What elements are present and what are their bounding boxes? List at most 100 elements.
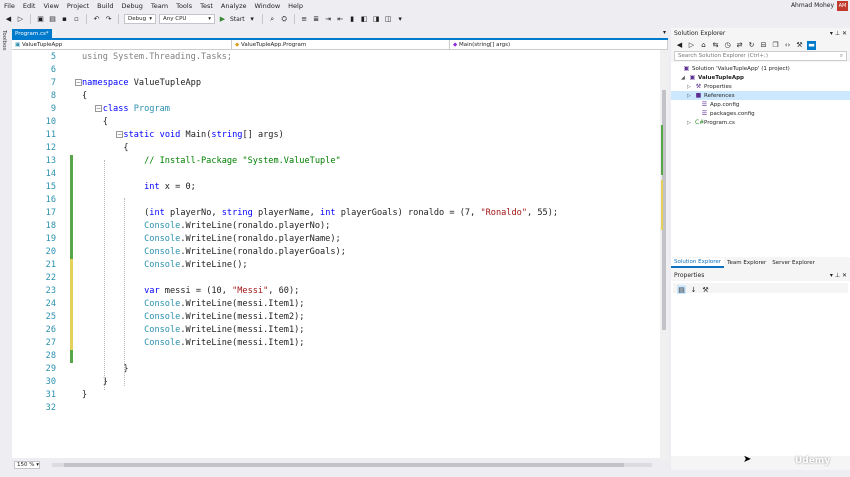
alphabetical-icon[interactable]: ↓ xyxy=(689,285,698,294)
sync-icon[interactable]: ⇄ xyxy=(735,41,744,50)
overflow-icon[interactable]: ▾ xyxy=(396,15,405,24)
menu-item-edit[interactable]: Edit xyxy=(19,2,40,10)
menu-item-test[interactable]: Test xyxy=(196,2,217,10)
code-line[interactable]: 6 xyxy=(12,64,660,77)
code-line[interactable]: 9 class Program xyxy=(12,103,660,116)
view-code-icon[interactable]: ‹› xyxy=(783,41,792,50)
chevron-down-icon[interactable]: ▾ xyxy=(830,30,833,37)
code-editor[interactable]: 5 using System.Threading.Tasks; 6 7 namespac… xyxy=(12,50,660,458)
code-line[interactable]: 17 (int playerNo, string playerName, int… xyxy=(12,207,660,220)
menu-item-team[interactable]: Team xyxy=(147,2,172,10)
clear-bookmarks-icon[interactable]: ◫ xyxy=(384,15,393,24)
next-bookmark-icon[interactable]: ◨ xyxy=(372,15,381,24)
code-line[interactable]: 21 Console.WriteLine(); xyxy=(12,259,660,272)
menu-item-build[interactable]: Build xyxy=(93,2,117,10)
code-line[interactable]: 32 xyxy=(12,402,660,415)
refresh-icon[interactable]: ↻ xyxy=(747,41,756,50)
collapse-method-toggle[interactable]: − xyxy=(116,131,123,138)
tab-server-explorer[interactable]: Server Explorer xyxy=(769,258,818,268)
start-button-label[interactable]: Start xyxy=(230,16,245,23)
user-name[interactable]: Ahmad Mohey xyxy=(791,2,834,9)
pending-changes-filter-icon[interactable]: ◷ xyxy=(723,41,732,50)
user-avatar[interactable]: AM xyxy=(837,1,848,11)
menu-item-debug[interactable]: Debug xyxy=(118,2,147,10)
back-icon[interactable]: ◀ xyxy=(4,15,13,24)
tree-node[interactable]: ☰ App.config xyxy=(693,100,740,109)
code-line[interactable]: 8{ xyxy=(12,90,660,103)
tree-node[interactable]: ▣ Solution 'ValueTupleApp' (1 project) xyxy=(675,64,790,73)
solution-platform-select[interactable]: Any CPU ▾ xyxy=(159,14,215,24)
outdent-icon[interactable]: ⇤ xyxy=(336,15,345,24)
code-line[interactable]: 15 int x = 0; xyxy=(12,181,660,194)
menu-item-file[interactable]: File xyxy=(0,2,19,10)
code-line[interactable]: 31} xyxy=(12,389,660,402)
code-line[interactable]: 10 { xyxy=(12,116,660,129)
tree-node[interactable]: ☰ packages.config xyxy=(693,109,755,118)
switch-views-icon[interactable]: ⇆ xyxy=(711,41,720,50)
tab-list-chevron-icon[interactable]: ▾ xyxy=(663,29,666,36)
solution-configuration-select[interactable]: Debug ▾ xyxy=(124,14,156,24)
property-pages-icon[interactable]: ⚒ xyxy=(701,285,710,294)
open-file-icon[interactable]: ▤ xyxy=(48,15,57,24)
code-line[interactable]: 30 } xyxy=(12,376,660,389)
close-icon[interactable]: ✕ xyxy=(842,30,847,37)
uncomment-icon[interactable]: ≣ xyxy=(312,15,321,24)
tree-node[interactable]: ▷ C# Program.cs xyxy=(687,118,735,127)
tab-solution-explorer[interactable]: Solution Explorer xyxy=(671,258,725,268)
code-line[interactable]: 29 } xyxy=(12,363,660,376)
code-line[interactable]: 20 Console.WriteLine(ronaldo.playerGoals… xyxy=(12,246,660,259)
tree-node[interactable]: ▷ ■ References xyxy=(671,91,850,100)
menu-item-window[interactable]: Window xyxy=(251,2,285,10)
solution-explorer-search[interactable]: Search Solution Explorer (Ctrl+;) ⌕ xyxy=(674,51,847,61)
code-line[interactable]: 12 { xyxy=(12,142,660,155)
class-dropdown[interactable]: ◆ ValueTupleApp.Program xyxy=(232,40,450,49)
collapse-all-icon[interactable]: ⊟ xyxy=(759,41,768,50)
close-icon[interactable]: ✕ xyxy=(53,31,58,37)
save-all-icon[interactable]: ▫ xyxy=(72,15,81,24)
home-icon[interactable]: ⌂ xyxy=(699,41,708,50)
collapse-namespace-toggle[interactable]: − xyxy=(75,79,82,86)
code-line[interactable]: 26 Console.WriteLine(messi.Item1); xyxy=(12,324,660,337)
member-dropdown[interactable]: ◆ Main(string[] args) xyxy=(450,40,668,49)
code-line[interactable]: 22 xyxy=(12,272,660,285)
code-line[interactable]: 28 xyxy=(12,350,660,363)
project-dropdown[interactable]: ▣ ValueTupleApp xyxy=(12,40,232,49)
menu-item-analyze[interactable]: Analyze xyxy=(217,2,251,10)
menu-item-view[interactable]: View xyxy=(39,2,62,10)
start-icon[interactable]: ▶ xyxy=(218,15,227,24)
pin-icon[interactable]: ⊥ xyxy=(835,30,840,37)
code-line[interactable]: 23 var messi = (10, "Messi", 60); xyxy=(12,285,660,298)
code-line[interactable]: 13 // Install-Package "System.ValueTuple… xyxy=(12,155,660,168)
preview-icon[interactable]: ▬ xyxy=(807,40,816,50)
scrollbar-thumb[interactable] xyxy=(64,463,624,467)
editor-vertical-scrollbar[interactable] xyxy=(660,50,668,460)
code-line[interactable]: 19 Console.WriteLine(ronaldo.playerName)… xyxy=(12,233,660,246)
code-line[interactable]: 14 xyxy=(12,168,660,181)
expand-arrow-icon[interactable]: ▷ xyxy=(687,84,693,90)
expand-arrow-icon[interactable]: ◢ xyxy=(681,75,687,81)
menu-item-tools[interactable]: Tools xyxy=(172,2,196,10)
code-line[interactable]: 16 xyxy=(12,194,660,207)
tab-program-cs[interactable]: Program.cs* ✕ xyxy=(12,29,57,38)
code-line[interactable]: 25 Console.WriteLine(messi.Item2); xyxy=(12,311,660,324)
code-line[interactable]: 11 static void Main(string[] args) xyxy=(12,129,660,142)
copy-icon[interactable]: ❐ xyxy=(771,41,780,50)
collapse-class-toggle[interactable]: − xyxy=(95,105,102,112)
code-line[interactable]: 18 Console.WriteLine(ronaldo.playerNo); xyxy=(12,220,660,233)
zoom-select[interactable]: 150 % ▾ xyxy=(14,461,40,469)
tree-node[interactable]: ▷ ⚒ Properties xyxy=(687,82,732,91)
find-icon[interactable]: ⌕ xyxy=(268,15,277,24)
code-line[interactable]: 24 Console.WriteLine(messi.Item1); xyxy=(12,298,660,311)
categorized-icon[interactable]: ▤ xyxy=(677,285,686,294)
expand-arrow-icon[interactable]: ▷ xyxy=(687,93,693,99)
chevron-down-icon[interactable]: ▾ xyxy=(830,272,833,279)
code-line[interactable]: 7 namespace ValueTupleApp xyxy=(12,77,660,90)
close-icon[interactable]: ✕ xyxy=(842,272,847,279)
bookmark-icon[interactable]: ▮ xyxy=(348,15,357,24)
editor-horizontal-scrollbar[interactable] xyxy=(52,463,652,467)
back-icon[interactable]: ◀ xyxy=(675,41,684,50)
prev-bookmark-icon[interactable]: ◧ xyxy=(360,15,369,24)
indent-icon[interactable]: ⇥ xyxy=(324,15,333,24)
toolbox-tab[interactable]: Toolbox xyxy=(1,30,7,51)
tab-team-explorer[interactable]: Team Explorer xyxy=(724,258,769,268)
